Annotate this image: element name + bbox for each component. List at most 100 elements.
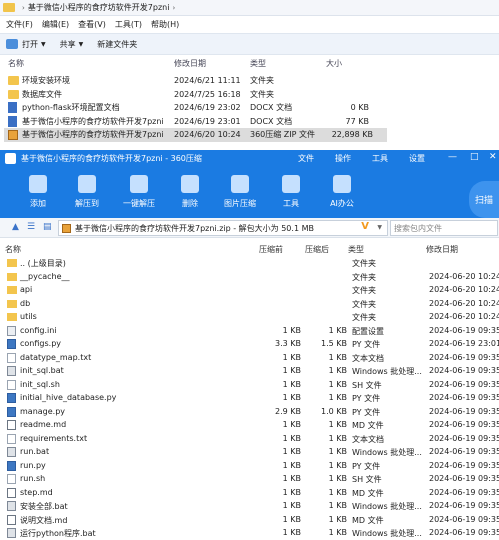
python-file-icon: [7, 406, 16, 417]
archive-entry-row[interactable]: configs.py 3.3 KB 1.5 KB PY 文件 2024-06-19 23…: [0, 337, 499, 351]
menu-file[interactable]: 文件(F): [6, 19, 33, 30]
share-button[interactable]: 共享 ▼: [60, 39, 84, 50]
entry-name: utils: [20, 312, 37, 321]
folder-icon: [7, 272, 17, 281]
scan-button[interactable]: 扫描: [469, 181, 499, 218]
archive-entry-row[interactable]: .. (上级目录) 文件夹: [0, 256, 499, 270]
archive-entry-row[interactable]: __pycache__ 文件夹 2024-06-20 10:24: [0, 270, 499, 284]
menu-operate[interactable]: 操作: [335, 153, 351, 164]
archive-entry-row[interactable]: utils 文件夹 2024-06-20 10:24: [0, 310, 499, 324]
list-view-icon[interactable]: ▤: [43, 222, 52, 232]
entry-modified: 2024-06-19 09:35: [429, 460, 499, 470]
entry-type: Windows 批处理...: [352, 502, 422, 511]
batch-file-icon: [7, 447, 16, 457]
text-file-icon: [7, 352, 16, 363]
one-click-extract-button[interactable]: 一键解压: [117, 175, 161, 209]
image-compress-button[interactable]: 图片压缩: [218, 175, 262, 209]
archive-entry-row[interactable]: requirements.txt 1 KB 1 KB 文本文档 2024-06-19 0…: [0, 432, 499, 446]
menu-view[interactable]: 查看(V): [78, 19, 106, 30]
column-modified[interactable]: 修改日期: [174, 58, 206, 69]
column-type[interactable]: 类型: [250, 58, 266, 69]
menu-settings[interactable]: 设置: [409, 153, 425, 164]
zip-column-header: 名称 压缩前 压缩后 类型 修改日期: [0, 242, 499, 256]
breadcrumb-item[interactable]: 基于微信小程序的食疗坊软件开发7pzni: [28, 2, 170, 13]
chevron-down-icon[interactable]: ▼: [377, 224, 382, 231]
column-size[interactable]: 压缩后: [305, 244, 329, 255]
archive-path-field[interactable]: 基于微信小程序的食疗坊软件开发7pzni.zip - 解包大小为 50.1 MB…: [58, 220, 388, 236]
ai-office-button[interactable]: AI办公: [320, 175, 364, 209]
entry-type: Windows 批处理...: [352, 448, 422, 457]
entry-type: PY 文件: [352, 407, 381, 417]
entry-compressed-size: 1 KB: [282, 366, 301, 375]
file-row[interactable]: 基于微信小程序的食疗坊软件开发7pzni 2024/6/19 23:01 DOC…: [0, 115, 499, 129]
entry-type: Windows 批处理...: [352, 367, 422, 376]
folder-icon: [3, 3, 15, 12]
archive-entry-row[interactable]: step.md 1 KB 1 KB MD 文件 2024-06-19 09:35: [0, 486, 499, 500]
archive-entry-row[interactable]: readme.md 1 KB 1 KB MD 文件 2024-06-19 09:35: [0, 418, 499, 432]
entry-compressed-size: 1 KB: [282, 528, 301, 537]
entry-size: 1 KB: [328, 366, 347, 375]
entry-type: 文本文档: [352, 353, 384, 363]
app-logo-icon: [5, 153, 16, 164]
column-name[interactable]: 名称: [8, 58, 24, 69]
chevron-right-icon[interactable]: ›: [172, 4, 175, 12]
delete-button[interactable]: 删除: [168, 175, 212, 209]
up-arrow-icon[interactable]: ▲: [12, 222, 19, 232]
view-mode-icon[interactable]: ☰: [27, 222, 35, 232]
file-row[interactable]: 环境安装环境 2024/6/21 11:11 文件夹: [0, 74, 499, 88]
entry-modified: 2024-06-19 09:35: [429, 501, 499, 510]
archive-entry-row[interactable]: 运行python程序.bat 1 KB 1 KB Windows 批处理... 2024…: [0, 526, 499, 540]
file-row[interactable]: 数据库文件 2024/7/25 16:18 文件夹: [0, 88, 499, 102]
entry-type: MD 文件: [352, 421, 384, 430]
archive-entry-row[interactable]: api 文件夹 2024-06-20 10:24: [0, 283, 499, 297]
entry-type: MD 文件: [352, 488, 384, 498]
menu-help[interactable]: 帮助(H): [151, 19, 179, 30]
one-click-extract-icon: [130, 175, 148, 193]
batch-file-icon: [7, 366, 16, 376]
entry-type: PY 文件: [352, 394, 381, 403]
archive-entry-row[interactable]: manage.py 2.9 KB 1.0 KB PY 文件 2024-06-19 09:…: [0, 405, 499, 419]
archive-entry-row[interactable]: run.sh 1 KB 1 KB SH 文件 2024-06-19 09:35: [0, 472, 499, 486]
archive-entry-row[interactable]: 说明文档.md 1 KB 1 KB MD 文件 2024-06-19 09:35: [0, 513, 499, 527]
entry-name: run.bat: [20, 447, 50, 456]
entry-compressed-size: 1 KB: [282, 325, 301, 335]
entry-size: 1.0 KB: [321, 406, 347, 416]
entry-compressed-size: 1 KB: [282, 501, 301, 510]
entry-name: initial_hive_database.py: [20, 393, 117, 402]
new-folder-button[interactable]: 新建文件夹: [97, 39, 137, 50]
archive-entry-row[interactable]: db 文件夹 2024-06-20 10:24: [0, 297, 499, 311]
archive-entry-row[interactable]: initial_hive_database.py 1 KB 1 KB PY 文件 202…: [0, 391, 499, 405]
maximize-icon[interactable]: □: [470, 152, 479, 162]
column-type[interactable]: 类型: [348, 244, 364, 255]
minimize-icon[interactable]: —: [448, 152, 457, 162]
address-bar[interactable]: › 基于微信小程序的食疗坊软件开发7pzni ›: [0, 0, 499, 16]
extract-to-button[interactable]: 解压到: [65, 175, 109, 209]
column-size[interactable]: 大小: [326, 58, 342, 69]
archive-entry-row[interactable]: init_sql.bat 1 KB 1 KB Windows 批处理... 2024-0…: [0, 364, 499, 378]
menu-file[interactable]: 文件: [298, 153, 314, 164]
column-modified[interactable]: 修改日期: [426, 244, 458, 255]
menu-edit[interactable]: 编辑(E): [42, 19, 69, 30]
archive-entry-row[interactable]: init_sql.sh 1 KB 1 KB SH 文件 2024-06-19 09:35: [0, 378, 499, 392]
file-row[interactable]: python-flask环境配置文档 2024/6/19 23:02 DOCX …: [0, 101, 499, 115]
entry-type: 文件夹: [352, 259, 376, 268]
archive-entry-row[interactable]: 安装全部.bat 1 KB 1 KB Windows 批处理... 2024-06-19…: [0, 499, 499, 513]
add-button[interactable]: 添加: [16, 175, 60, 209]
tools-button[interactable]: 工具: [269, 175, 313, 209]
zip-address-bar: ▲ ☰ ▤ 基于微信小程序的食疗坊软件开发7pzni.zip - 解包大小为 5…: [0, 218, 499, 238]
entry-name: datatype_map.txt: [20, 352, 92, 362]
menu-tools[interactable]: 工具(T): [115, 19, 142, 30]
close-icon[interactable]: ✕: [489, 152, 497, 162]
entry-type: PY 文件: [352, 340, 381, 349]
file-row-selected[interactable]: 基于微信小程序的食疗坊软件开发7pzni 2024/6/20 10:24 360…: [4, 128, 387, 142]
archive-entry-row[interactable]: run.py 1 KB 1 KB PY 文件 2024-06-19 09:35: [0, 459, 499, 473]
column-name[interactable]: 名称: [5, 244, 21, 255]
archive-entry-row[interactable]: config.ini 1 KB 1 KB 配置设置 2024-06-19 09:35: [0, 324, 499, 338]
column-compressed[interactable]: 压缩前: [259, 244, 283, 255]
open-button[interactable]: 打开 ▼: [6, 39, 46, 50]
archive-entry-row[interactable]: datatype_map.txt 1 KB 1 KB 文本文档 2024-06-19 0…: [0, 351, 499, 365]
entry-type: Windows 批处理...: [352, 529, 422, 538]
archive-entry-row[interactable]: run.bat 1 KB 1 KB Windows 批处理... 2024-06-19 …: [0, 445, 499, 459]
menu-tools[interactable]: 工具: [372, 153, 388, 164]
search-input[interactable]: 搜索包内文件: [390, 220, 498, 236]
